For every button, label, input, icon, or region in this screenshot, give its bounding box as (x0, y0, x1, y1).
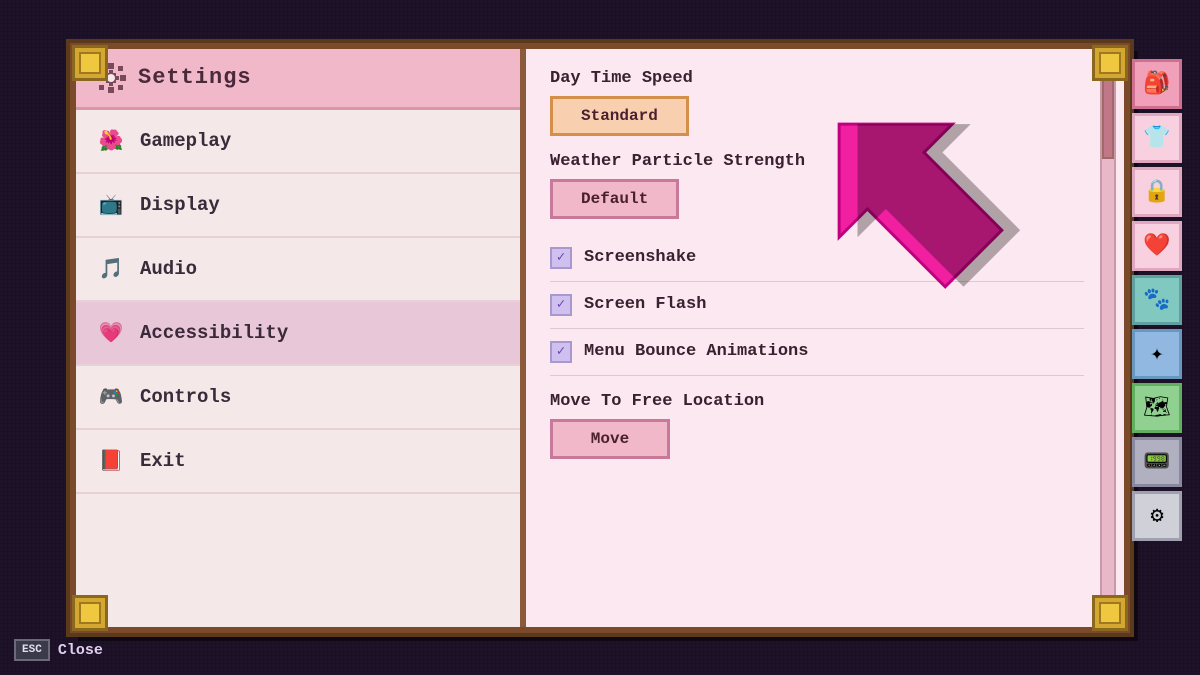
screen-flash-item: ✓ Screen Flash (550, 282, 1084, 329)
esc-close-bar: ESC Close (14, 639, 103, 661)
menu-item-controls[interactable]: 🎮 Controls (76, 366, 520, 430)
display-label: Display (140, 194, 220, 216)
day-time-speed-section: Day Time Speed Standard (550, 69, 1084, 136)
sidebar-icon-lock[interactable]: 🔒 (1132, 167, 1182, 217)
exit-label: Exit (140, 450, 186, 472)
right-content: Day Time Speed Standard Weather Particle… (526, 49, 1124, 627)
sidebar-icon-clothes[interactable]: 👕 (1132, 113, 1182, 163)
sidebar-icon-backpack[interactable]: 🎒 (1132, 59, 1182, 109)
screenshake-checkbox[interactable]: ✓ (550, 247, 572, 269)
menu-item-accessibility[interactable]: 💗 Accessibility (76, 302, 520, 366)
corner-bl (72, 595, 108, 631)
audio-icon: 🎵 (96, 254, 126, 284)
day-time-speed-label: Day Time Speed (550, 69, 1084, 88)
default-button[interactable]: Default (550, 179, 679, 219)
gameplay-label: Gameplay (140, 130, 231, 152)
weather-particles-label: Weather Particle Strength (550, 152, 1084, 171)
book-container: Settings 🌺 Gameplay 📺 Display 🎵 Audio 💗 … (70, 43, 1130, 633)
sidebar-icon-map[interactable]: 🗺 (1132, 383, 1182, 433)
gameplay-icon: 🌺 (96, 126, 126, 156)
corner-br (1092, 595, 1128, 631)
accessibility-label: Accessibility (140, 322, 288, 344)
sidebar-icon-device[interactable]: 📟 (1132, 437, 1182, 487)
esc-close-label: Close (58, 642, 103, 659)
sidebar-icon-star[interactable]: ✦ (1132, 329, 1182, 379)
sidebar-icon-pet[interactable]: 🐾 (1132, 275, 1182, 325)
esc-key[interactable]: ESC (14, 639, 50, 661)
controls-icon: 🎮 (96, 382, 126, 412)
scrollbar[interactable]: ▲ ▼ (1100, 59, 1116, 617)
move-free-section: Move To Free Location Move (550, 392, 1084, 459)
left-page-filler (76, 494, 520, 627)
sidebar-icon-heart[interactable]: ❤️ (1132, 221, 1182, 271)
weather-particles-section: Weather Particle Strength Default (550, 152, 1084, 219)
corner-tr (1092, 45, 1128, 81)
settings-header: Settings (76, 49, 520, 110)
menu-bounce-checkbox[interactable]: ✓ (550, 341, 572, 363)
sidebar-icon-settings[interactable]: ⚙ (1132, 491, 1182, 541)
move-button[interactable]: Move (550, 419, 670, 459)
left-page: Settings 🌺 Gameplay 📺 Display 🎵 Audio 💗 … (76, 49, 526, 627)
accessibility-icon: 💗 (96, 318, 126, 348)
menu-bounce-item: ✓ Menu Bounce Animations (550, 329, 1084, 376)
screen-flash-label: Screen Flash (584, 295, 706, 314)
menu-item-exit[interactable]: 📕 Exit (76, 430, 520, 494)
standard-button[interactable]: Standard (550, 96, 689, 136)
controls-label: Controls (140, 386, 231, 408)
exit-icon: 📕 (96, 446, 126, 476)
move-free-label: Move To Free Location (550, 392, 1084, 411)
right-sidebar: 🎒 👕 🔒 ❤️ 🐾 ✦ 🗺 📟 ⚙ (1128, 49, 1186, 627)
screen-flash-checkbox[interactable]: ✓ (550, 294, 572, 316)
menu-item-audio[interactable]: 🎵 Audio (76, 238, 520, 302)
display-icon: 📺 (96, 190, 126, 220)
screenshake-label: Screenshake (584, 248, 696, 267)
scrollbar-thumb[interactable] (1102, 79, 1114, 159)
menu-item-display[interactable]: 📺 Display (76, 174, 520, 238)
screenshake-item: ✓ Screenshake (550, 235, 1084, 282)
audio-label: Audio (140, 258, 197, 280)
settings-title: Settings (138, 65, 252, 90)
menu-item-gameplay[interactable]: 🌺 Gameplay (76, 110, 520, 174)
menu-bounce-label: Menu Bounce Animations (584, 342, 808, 361)
right-page: Day Time Speed Standard Weather Particle… (526, 49, 1124, 627)
corner-tl (72, 45, 108, 81)
